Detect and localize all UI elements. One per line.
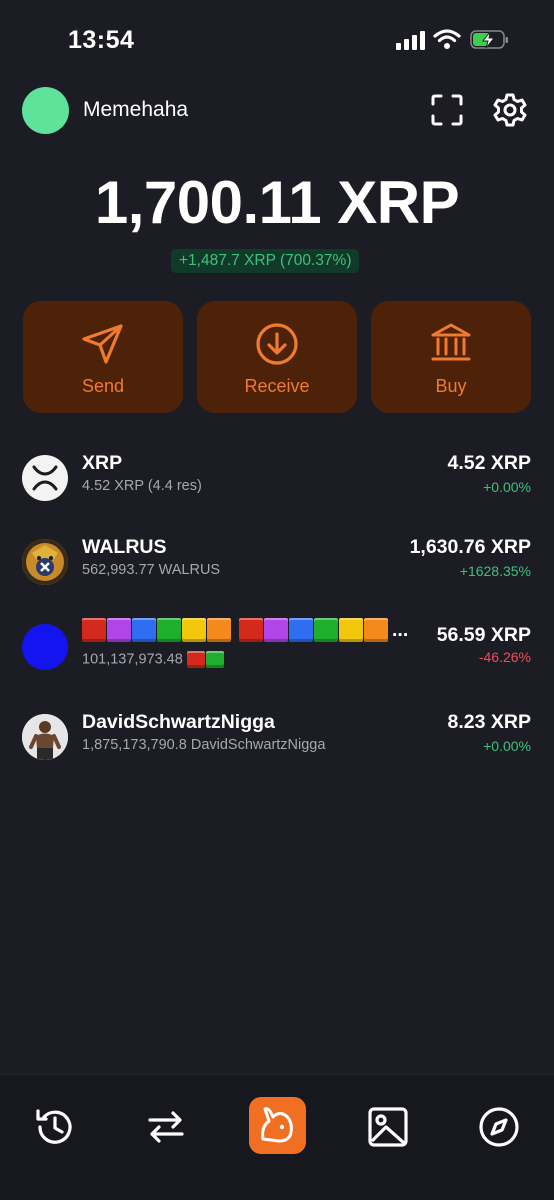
token-row-blocks[interactable]: ... 101,137,973.48 56.59 XRP -46.26% [0, 617, 554, 677]
token-row-david[interactable]: DavidSchwartzNigga 1,875,173,790.8 David… [0, 707, 554, 767]
bank-icon [431, 323, 471, 361]
bottom-nav-bar [0, 1074, 554, 1200]
send-button[interactable]: Send [23, 301, 183, 413]
token-change: +1628.35% [459, 563, 531, 579]
token-amount: 4.52 XRP (4.4 res) [82, 478, 202, 494]
emoji-block [182, 618, 206, 642]
receive-icon [256, 323, 298, 365]
compass-icon[interactable] [477, 1105, 521, 1149]
walrus-token-icon [22, 539, 68, 585]
token-value: 56.59 XRP [436, 624, 531, 646]
emoji-block [132, 618, 156, 642]
emoji-block [239, 618, 263, 642]
token-row-xrp[interactable]: XRP 4.52 XRP (4.4 res) 4.52 XRP +0.00% [0, 448, 554, 508]
emoji-block [289, 618, 313, 642]
cellular-signal-icon [396, 31, 425, 50]
receive-button[interactable]: Receive [197, 301, 357, 413]
token-name: DavidSchwartzNigga [82, 711, 275, 733]
send-icon [82, 324, 123, 364]
token-name-blocks [82, 618, 388, 642]
emoji-block [364, 618, 388, 642]
token-name: WALRUS [82, 536, 167, 558]
token-amount-blocks [186, 651, 224, 668]
token-value: 8.23 XRP [447, 711, 531, 733]
blue-token-icon [22, 624, 68, 670]
wifi-icon [433, 29, 461, 49]
receive-label: Receive [244, 376, 310, 396]
gear-icon[interactable] [492, 92, 528, 128]
emoji-block [264, 618, 288, 642]
token-value: 4.52 XRP [447, 452, 531, 474]
token-value: 1,630.76 XRP [409, 536, 531, 558]
battery-charging-icon [470, 30, 508, 49]
token-row-walrus[interactable]: WALRUS 562,993.77 WALRUS 1,630.76 XRP +1… [0, 532, 554, 592]
total-balance: 1,700.11 XRP [94, 169, 460, 236]
token-name: XRP [82, 452, 123, 474]
emoji-block [314, 618, 338, 642]
token-name: ... [82, 618, 408, 642]
wallet-avatar[interactable] [22, 87, 69, 134]
home-rabbit-button[interactable] [249, 1097, 306, 1154]
scan-icon[interactable] [430, 93, 464, 127]
emoji-block [339, 618, 363, 642]
token-name-ellipsis: ... [392, 618, 409, 641]
avatar-photo-icon [22, 714, 68, 760]
status-time: 13:54 [68, 26, 135, 54]
token-change: +0.00% [483, 479, 531, 495]
swap-icon[interactable] [144, 1105, 188, 1149]
emoji-block [82, 618, 106, 642]
history-icon[interactable] [33, 1105, 77, 1149]
emoji-block [157, 618, 181, 642]
token-amount: 1,875,173,790.8 DavidSchwartzNigga [82, 737, 326, 753]
wallet-name[interactable]: Memehaha [83, 98, 188, 122]
status-bar: 13:54 [0, 0, 554, 80]
xrp-logo-icon [22, 455, 68, 501]
token-amount: 562,993.77 WALRUS [82, 562, 221, 578]
balance-change-badge: +1,487.7 XRP (700.37%) [171, 249, 360, 273]
token-change: +0.00% [483, 738, 531, 754]
gallery-icon[interactable] [366, 1105, 410, 1149]
token-amount-value: 101,137,973.48 [82, 651, 183, 668]
buy-label: Buy [435, 376, 467, 396]
token-amount: 101,137,973.48 [82, 651, 224, 668]
token-change: -46.26% [478, 649, 531, 665]
home-rabbit-icon [261, 1107, 293, 1143]
emoji-block [205, 651, 224, 668]
send-label: Send [81, 376, 125, 396]
emoji-block [186, 651, 205, 668]
emoji-block [107, 618, 131, 642]
buy-button[interactable]: Buy [371, 301, 531, 413]
emoji-block [207, 618, 231, 642]
